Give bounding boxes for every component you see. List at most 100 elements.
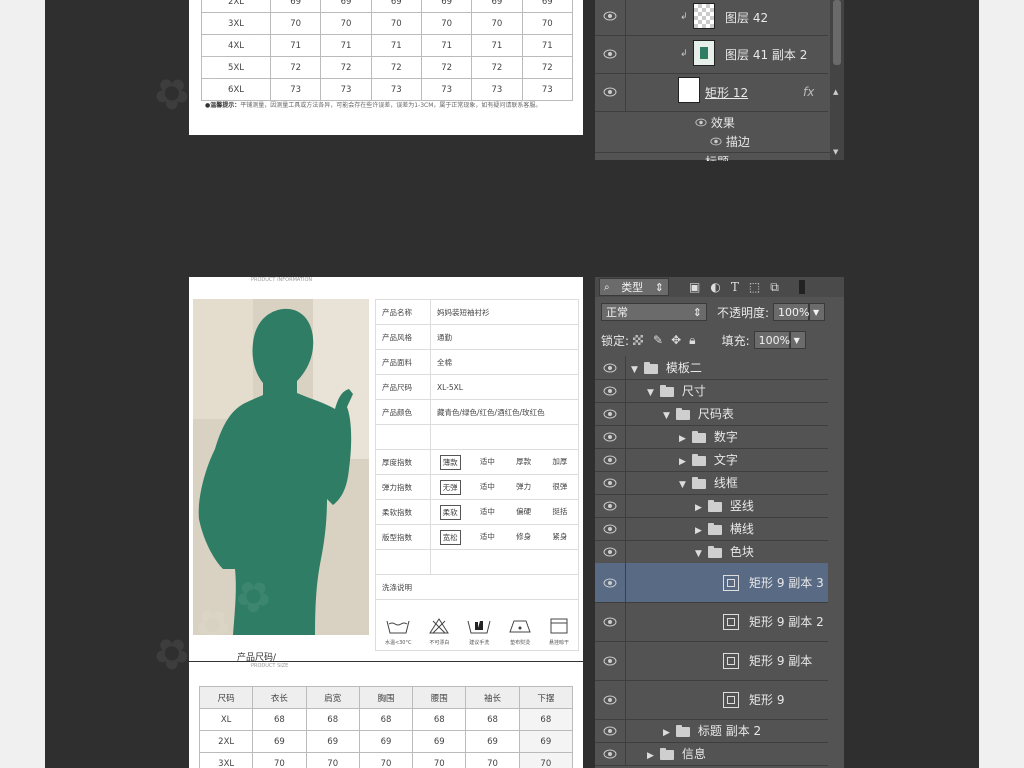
expand-closed-icon[interactable]: ▶ — [695, 526, 702, 536]
lock-all-icon[interactable]: 🔒︎ — [689, 333, 695, 348]
scroll-thumb[interactable] — [833, 0, 841, 65]
fill-dropdown-button[interactable]: ▼ — [789, 331, 806, 349]
eye-icon[interactable] — [603, 524, 617, 534]
image-filter-icon[interactable]: ▣ — [689, 280, 700, 294]
visibility-cell[interactable] — [595, 563, 626, 602]
expand-open-icon[interactable]: ▼ — [647, 388, 654, 398]
layer-row[interactable]: ▼ 尺码表 — [595, 402, 828, 426]
eye-icon[interactable] — [603, 363, 617, 373]
lock-position-icon[interactable]: ✥ — [671, 333, 681, 347]
visibility-cell[interactable] — [595, 356, 626, 379]
visibility-cell[interactable] — [595, 517, 626, 540]
layer-row[interactable]: 矩形 9 — [595, 680, 828, 720]
layer-row[interactable]: ▶ 竖线 — [595, 494, 828, 518]
layer-row[interactable]: ↲ 图层 42 — [595, 0, 828, 36]
filter-toggle[interactable] — [798, 280, 805, 294]
layer-row[interactable]: ▶ 信息 — [595, 742, 828, 766]
effects-row[interactable]: 效果 — [695, 114, 735, 131]
eye-icon[interactable] — [603, 49, 617, 59]
eye-icon[interactable] — [603, 478, 617, 488]
visibility-cell[interactable] — [595, 425, 626, 448]
visibility-cell[interactable] — [595, 0, 626, 35]
blend-mode-dropdown[interactable]: 正常 ⇕ — [601, 303, 707, 321]
eye-icon[interactable] — [603, 726, 617, 736]
visibility-cell[interactable] — [595, 448, 626, 471]
layer-name[interactable]: 尺寸 — [682, 384, 706, 398]
expand-closed-icon[interactable]: ▶ — [663, 728, 670, 738]
layer-row[interactable]: 矩形 9 副本 — [595, 641, 828, 681]
adjustment-filter-icon[interactable]: ◐ — [710, 280, 720, 294]
eye-icon[interactable] — [603, 749, 617, 759]
opacity-input[interactable]: 100% — [773, 303, 810, 321]
layer-name[interactable]: 信息 — [682, 747, 706, 761]
layer-row[interactable]: ▼ 尺寸 — [595, 379, 828, 403]
eye-icon[interactable] — [603, 547, 617, 557]
layer-name[interactable]: 图层 41 副本 2 — [725, 46, 807, 63]
layer-name[interactable]: 色块 — [730, 545, 754, 559]
layer-name[interactable]: 尺码表 — [698, 407, 734, 421]
text-filter-icon[interactable]: T — [731, 280, 739, 294]
visibility-cell[interactable] — [595, 35, 626, 73]
layer-row[interactable]: ▼ 模板二 — [595, 356, 828, 380]
expand-closed-icon[interactable]: ▶ — [679, 457, 686, 467]
layer-row[interactable]: ▼ 线框 — [595, 471, 828, 495]
layer-row[interactable]: ▶ 横线 — [595, 517, 828, 541]
expand-closed-icon[interactable]: ▶ — [679, 434, 686, 444]
visibility-cell[interactable] — [595, 602, 626, 641]
layer-row[interactable]: ↲ 图层 41 副本 2 — [595, 35, 828, 74]
expand-open-icon[interactable]: ▼ — [631, 365, 638, 375]
layer-name[interactable]: 横线 — [730, 522, 754, 536]
filter-type-dropdown[interactable]: ⌕ 类型 ⇕ — [599, 278, 669, 296]
eye-icon[interactable] — [603, 656, 617, 666]
layer-name[interactable]: 数字 — [714, 430, 738, 444]
layer-name[interactable]: 矩形 9 — [749, 693, 784, 707]
layer-name[interactable]: 标题 — [705, 153, 729, 161]
eye-icon[interactable] — [603, 501, 617, 511]
layer-row[interactable]: 矩形 9 副本 2 — [595, 602, 828, 642]
layer-name[interactable]: 文字 — [714, 453, 738, 467]
layer-row[interactable]: ▶ 文字 — [595, 448, 828, 472]
stroke-effect-row[interactable]: 描边 — [710, 133, 750, 150]
visibility-cell[interactable] — [595, 719, 626, 742]
fill-input[interactable]: 100% — [753, 331, 790, 349]
eye-icon[interactable] — [603, 386, 617, 396]
eye-icon[interactable] — [603, 87, 617, 97]
expand-open-icon[interactable]: ▼ — [695, 549, 702, 559]
scrollbar[interactable]: ▲ ▼ — [830, 0, 844, 160]
eye-icon[interactable] — [603, 617, 617, 627]
lock-pixels-icon[interactable]: ✎ — [653, 333, 663, 347]
eye-icon[interactable] — [603, 432, 617, 442]
eye-icon[interactable] — [695, 118, 707, 127]
layer-name[interactable]: 矩形 9 副本 3 — [749, 576, 824, 590]
layer-name[interactable]: 模板二 — [666, 361, 702, 375]
layer-row[interactable]: ▶ 数字 — [595, 425, 828, 449]
visibility-cell[interactable] — [595, 680, 626, 719]
expand-closed-icon[interactable]: ▶ — [695, 503, 702, 513]
visibility-cell[interactable] — [595, 742, 626, 765]
layer-name[interactable]: 标题 副本 2 — [698, 724, 761, 738]
expand-closed-icon[interactable]: ▶ — [647, 751, 654, 761]
lock-transparent-icon[interactable] — [633, 335, 644, 345]
visibility-cell[interactable] — [595, 471, 626, 494]
eye-icon[interactable] — [710, 137, 722, 146]
eye-icon[interactable] — [603, 695, 617, 705]
visibility-cell[interactable] — [595, 402, 626, 425]
scroll-down-icon[interactable]: ▼ — [833, 148, 838, 156]
layer-row[interactable]: ▶ 标题 副本 2 — [595, 719, 828, 743]
fx-icon[interactable]: fx — [803, 85, 814, 99]
expand-open-icon[interactable]: ▼ — [663, 411, 670, 421]
layer-name[interactable]: 矩形 9 副本 2 — [749, 615, 824, 629]
layer-name[interactable]: 图层 42 — [725, 9, 768, 26]
visibility-cell[interactable] — [595, 73, 626, 111]
layer-row[interactable]: 矩形 12 fx — [595, 73, 828, 112]
shape-filter-icon[interactable]: ⬚ — [749, 280, 760, 294]
visibility-cell[interactable] — [595, 379, 626, 402]
visibility-cell[interactable] — [595, 494, 626, 517]
eye-icon[interactable] — [603, 455, 617, 465]
layer-name[interactable]: 竖线 — [730, 499, 754, 513]
scroll-up-icon[interactable]: ▲ — [833, 88, 838, 96]
layer-name[interactable]: 线框 — [714, 476, 738, 490]
eye-icon[interactable] — [603, 578, 617, 588]
partial-layer-row[interactable]: 标题 — [595, 152, 830, 161]
layer-name[interactable]: 矩形 12 — [705, 84, 748, 101]
